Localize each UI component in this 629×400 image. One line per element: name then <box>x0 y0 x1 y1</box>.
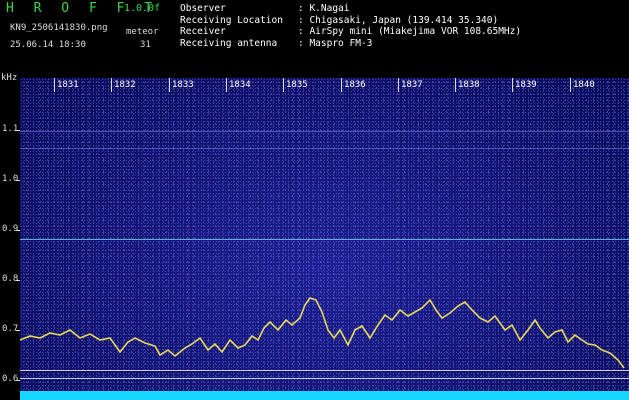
signal-trace <box>19 297 625 369</box>
signal-trace-svg <box>19 297 625 369</box>
bottom-noise-band <box>20 391 629 400</box>
